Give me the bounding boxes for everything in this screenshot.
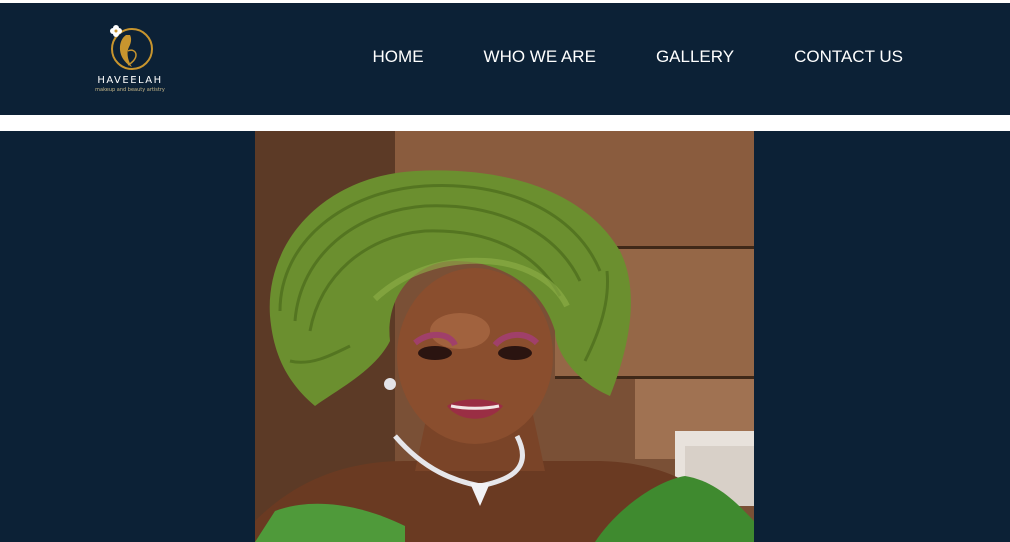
nav-who-we-are[interactable]: WHO WE ARE — [484, 47, 596, 67]
brand-logo[interactable]: HAVEELAH makeup and beauty artistry — [88, 21, 172, 97]
woman-profile-flower-logo-icon — [110, 25, 153, 70]
nav-contact-us[interactable]: CONTACT US — [794, 47, 903, 67]
brand-tagline: makeup and beauty artistry — [95, 87, 165, 93]
site-header: HAVEELAH makeup and beauty artistry HOME… — [0, 3, 1010, 115]
brand-name: HAVEELAH — [97, 75, 163, 86]
main-nav: HOME WHO WE ARE GALLERY CONTACT US — [373, 47, 903, 67]
nav-gallery[interactable]: GALLERY — [656, 47, 734, 67]
nav-home[interactable]: HOME — [373, 47, 424, 67]
hero-section — [0, 131, 1010, 542]
hero-portrait-image — [255, 131, 754, 542]
